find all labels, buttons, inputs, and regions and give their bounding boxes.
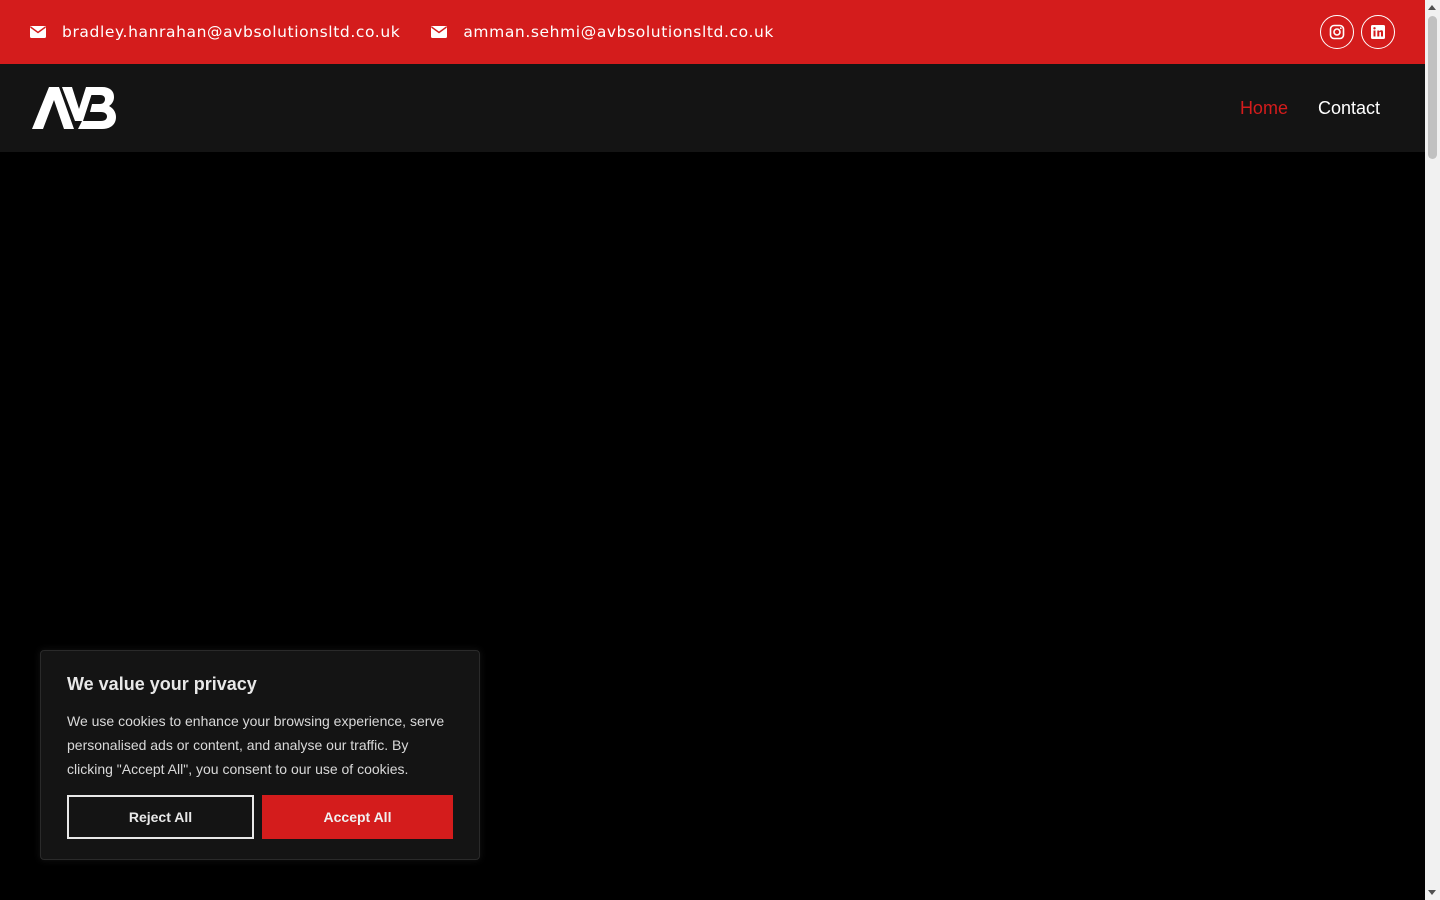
accept-all-button[interactable]: Accept All: [262, 795, 453, 839]
cookie-description: We use cookies to enhance your browsing …: [67, 713, 445, 777]
nav-link-home[interactable]: Home: [1240, 98, 1288, 119]
cookie-title: We value your privacy: [67, 674, 257, 694]
page: bradley.hanrahan@avbsolutionsltd.co.uk a…: [0, 0, 1425, 900]
instagram-icon: [1329, 24, 1345, 40]
scroll-down-arrow-icon[interactable]: [1428, 890, 1436, 895]
nav-menu: Home Contact: [1240, 64, 1380, 152]
main-navbar: Home Contact: [0, 64, 1425, 152]
scrollbar-thumb[interactable]: [1428, 16, 1437, 159]
linkedin-icon: [1371, 25, 1385, 39]
vertical-scrollbar[interactable]: [1425, 0, 1440, 900]
reject-all-button[interactable]: Reject All: [67, 795, 254, 839]
avb-logo[interactable]: [32, 85, 116, 131]
scroll-up-arrow-icon[interactable]: [1428, 5, 1436, 10]
linkedin-button[interactable]: [1361, 15, 1395, 49]
nav-link-contact[interactable]: Contact: [1318, 98, 1380, 119]
email-link-bradley[interactable]: bradley.hanrahan@avbsolutionsltd.co.uk: [30, 23, 400, 41]
cookie-consent-dialog: We value your privacy We use cookies to …: [40, 650, 480, 860]
top-contact-bar: bradley.hanrahan@avbsolutionsltd.co.uk a…: [0, 0, 1425, 64]
email-link-amman[interactable]: amman.sehmi@avbsolutionsltd.co.uk: [431, 23, 774, 41]
email-address[interactable]: bradley.hanrahan@avbsolutionsltd.co.uk: [62, 23, 400, 41]
envelope-icon: [431, 26, 448, 38]
instagram-button[interactable]: [1320, 15, 1354, 49]
cookie-actions: Reject All Accept All: [67, 795, 453, 839]
email-address[interactable]: amman.sehmi@avbsolutionsltd.co.uk: [463, 23, 774, 41]
social-links: [1320, 15, 1395, 49]
envelope-icon: [30, 26, 46, 38]
